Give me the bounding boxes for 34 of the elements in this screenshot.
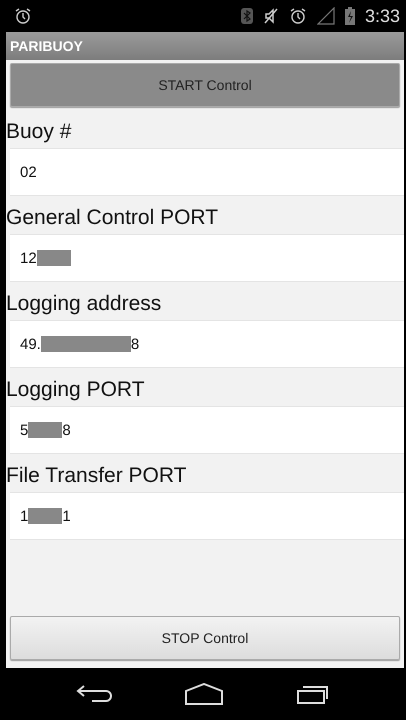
field-value: 8 — [62, 422, 71, 438]
alarm-icon — [14, 7, 32, 25]
stop-control-button[interactable]: STOP Control — [10, 616, 400, 660]
start-control-button[interactable]: START Control — [10, 63, 400, 107]
home-icon[interactable] — [184, 683, 224, 705]
field-value: 02 — [20, 164, 37, 180]
input-field[interactable]: 12 — [10, 234, 404, 282]
field-label: Logging PORT — [6, 378, 146, 402]
bluetooth-icon — [240, 7, 253, 25]
input-field[interactable]: 49. 8 — [10, 320, 404, 368]
field-value: 8 — [130, 336, 140, 352]
back-icon[interactable] — [76, 684, 112, 704]
alarm-icon — [288, 7, 307, 25]
field-value: 1 — [62, 508, 71, 524]
field-label: File Transfer PORT — [6, 464, 188, 488]
input-field[interactable]: 1 1 — [10, 492, 404, 540]
app-title: PARIBUOY — [10, 38, 83, 54]
muted-speaker-icon — [262, 7, 279, 25]
field-value: 12 — [20, 250, 37, 266]
clock-time: 3:33 — [364, 6, 400, 26]
field-value: 1 — [20, 508, 28, 524]
input-field[interactable]: 02 — [10, 148, 404, 196]
field-value: 5 — [20, 422, 28, 438]
field-label: Buoy # — [6, 120, 72, 144]
field-label: Logging address — [6, 292, 162, 316]
recent-apps-icon[interactable] — [296, 683, 330, 705]
field-value: 49. — [20, 336, 41, 352]
input-field[interactable]: 5 8 — [10, 406, 404, 454]
battery-icon — [344, 7, 355, 25]
field-label: General Control PORT — [6, 206, 220, 230]
redaction-block — [36, 250, 71, 266]
redaction-block — [28, 508, 62, 524]
redaction-block — [28, 422, 62, 438]
signal-icon — [316, 7, 335, 25]
